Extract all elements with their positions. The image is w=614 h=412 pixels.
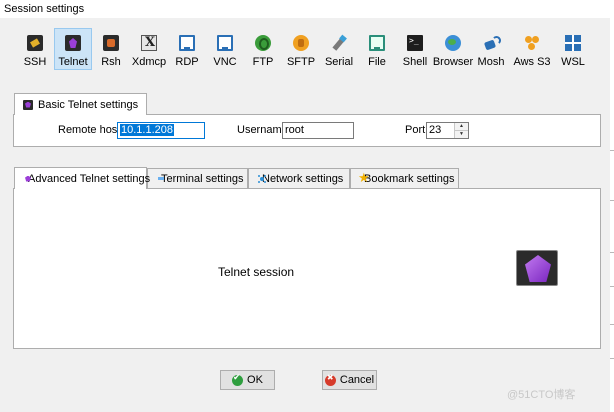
protocol-label: Shell	[402, 56, 428, 68]
port-label: Port	[405, 124, 426, 136]
ok-label: OK	[247, 374, 263, 386]
protocol-label: Xdmcp	[131, 56, 167, 68]
check-icon	[232, 373, 244, 386]
cancel-icon	[324, 373, 336, 386]
spin-down-icon[interactable]: ▼	[455, 130, 468, 138]
protocol-shell[interactable]: Shell	[396, 28, 434, 70]
window-title: Session settings	[0, 0, 614, 18]
session-label: Telnet session	[218, 265, 295, 279]
tab-label: Terminal settings	[161, 172, 244, 185]
protocol-rsh[interactable]: Rsh	[92, 28, 130, 70]
cancel-button[interactable]: Cancel	[322, 370, 377, 390]
ssh-icon	[27, 35, 43, 51]
username-input[interactable]: root	[282, 122, 354, 139]
session-settings-window: Session settings SSH Telnet Rsh Xdmcp RD…	[0, 0, 614, 412]
telnet-icon	[516, 250, 558, 286]
vnc-icon	[217, 35, 233, 51]
protocol-xdmcp[interactable]: Xdmcp	[130, 28, 168, 70]
protocol-label: Serial	[324, 56, 354, 68]
telnet-icon	[23, 99, 33, 110]
tab-bookmark-settings[interactable]: Bookmark settings	[350, 168, 459, 188]
protocol-label: Telnet	[58, 56, 88, 68]
file-icon	[369, 35, 385, 51]
protocol-label: File	[368, 56, 386, 68]
serial-icon	[331, 35, 347, 51]
protocol-label: WSL	[561, 56, 585, 68]
tab-basic-telnet-settings[interactable]: Basic Telnet settings	[14, 93, 148, 115]
protocol-wsl[interactable]: WSL	[554, 28, 592, 70]
xdmcp-icon	[141, 35, 157, 51]
tab-advanced-telnet-settings[interactable]: Advanced Telnet settings	[14, 167, 151, 189]
ok-button[interactable]: OK	[220, 370, 275, 390]
watermark: @51CTO博客	[507, 389, 576, 401]
protocol-label: Rsh	[101, 56, 121, 68]
protocol-label: Mosh	[477, 56, 505, 68]
browser-icon	[445, 35, 461, 51]
protocol-vnc[interactable]: VNC	[206, 28, 244, 70]
rsh-icon	[103, 35, 119, 51]
tab-label: Bookmark settings	[364, 172, 455, 185]
protocol-label: SFTP	[286, 56, 316, 68]
protocol-ssh[interactable]: SSH	[16, 28, 54, 70]
remote-host-input[interactable]: 10.1.1.208	[117, 122, 205, 139]
protocol-mosh[interactable]: Mosh	[472, 28, 510, 70]
tab-label: Network settings	[262, 172, 344, 185]
cancel-label: Cancel	[339, 374, 375, 386]
aws-s3-icon	[524, 35, 540, 51]
mosh-icon	[483, 35, 501, 51]
protocol-label: FTP	[252, 56, 274, 68]
protocol-browser[interactable]: Browser	[432, 28, 474, 70]
protocol-label: RDP	[175, 56, 199, 68]
protocol-rdp[interactable]: RDP	[168, 28, 206, 70]
port-spinner[interactable]: ▲ ▼	[454, 123, 468, 138]
telnet-icon	[65, 35, 81, 51]
wsl-icon	[565, 35, 581, 51]
shell-icon	[407, 35, 423, 51]
ftp-icon	[255, 35, 271, 51]
protocol-file[interactable]: File	[358, 28, 396, 70]
basic-settings-panel: Remote host * 10.1.1.208 Username root P…	[13, 114, 601, 147]
protocol-label: Aws S3	[513, 56, 551, 68]
tab-network-settings[interactable]: Network settings	[248, 168, 350, 188]
tab-label: Basic Telnet settings	[38, 98, 139, 111]
tab-label: Advanced Telnet settings	[28, 172, 151, 185]
rdp-icon	[179, 35, 195, 51]
sftp-icon	[293, 35, 309, 51]
port-value: 23	[429, 124, 442, 136]
advanced-settings-panel	[13, 188, 601, 349]
right-edge	[610, 18, 614, 412]
protocol-label: VNC	[213, 56, 237, 68]
protocol-bar: SSH Telnet Rsh Xdmcp RDP VNC FTP SFTP	[16, 28, 592, 70]
protocol-ftp[interactable]: FTP	[244, 28, 282, 70]
username-label: Username	[237, 124, 288, 136]
protocol-aws-s3[interactable]: Aws S3	[510, 28, 554, 70]
protocol-serial[interactable]: Serial	[320, 28, 358, 70]
tab-terminal-settings[interactable]: Terminal settings	[147, 168, 248, 188]
protocol-label: Browser	[432, 56, 474, 68]
protocol-sftp[interactable]: SFTP	[282, 28, 320, 70]
remote-host-value: 10.1.1.208	[120, 124, 174, 136]
protocol-label: SSH	[23, 56, 47, 68]
protocol-telnet[interactable]: Telnet	[54, 28, 92, 70]
spin-up-icon[interactable]: ▲	[455, 123, 468, 130]
